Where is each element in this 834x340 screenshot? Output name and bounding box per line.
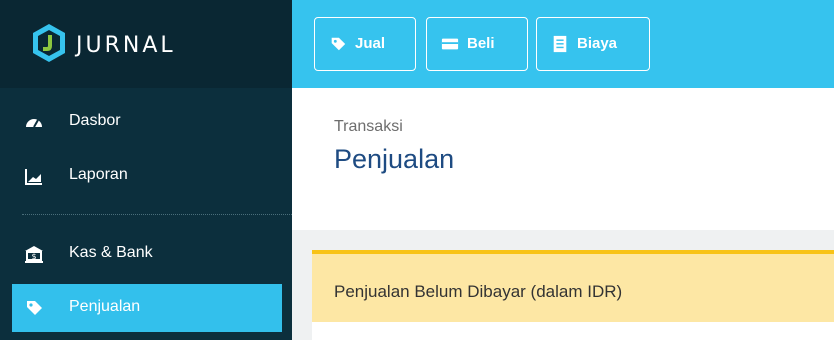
card-icon — [441, 38, 459, 50]
page-title: Penjualan — [334, 144, 455, 174]
sidebar-divider — [22, 214, 292, 215]
unpaid-sales-card: Penjualan Belum Dibayar (dalam IDR) — [312, 250, 834, 340]
report-chart-icon — [25, 169, 42, 185]
page-header: Transaksi Penjualan — [292, 88, 834, 230]
brand[interactable]: JURNAL — [0, 0, 292, 88]
sidebar-item-label: Penjualan — [69, 298, 141, 315]
beli-button[interactable]: Beli — [426, 17, 528, 71]
sidebar-item-label: Laporan — [69, 166, 128, 183]
svg-text:$: $ — [31, 252, 36, 261]
jual-button-label: Jual — [355, 35, 386, 52]
sidebar-item-kas-bank[interactable]: $ Kas & Bank — [12, 230, 282, 278]
sidebar-item-laporan[interactable]: Laporan — [12, 152, 282, 200]
dashboard-gauge-icon — [26, 119, 42, 128]
card-header: Penjualan Belum Dibayar (dalam IDR) — [312, 250, 834, 322]
tag-icon — [27, 301, 42, 315]
jual-button[interactable]: Jual — [314, 17, 416, 71]
sidebar: JURNAL Dasbor Laporan $ Kas & Bank Penju… — [0, 0, 292, 340]
receipt-icon — [553, 35, 567, 53]
sidebar-item-penjualan[interactable]: Penjualan — [12, 284, 282, 332]
tag-icon — [331, 37, 346, 51]
biaya-button-label: Biaya — [577, 35, 618, 52]
bank-icon: $ — [25, 246, 43, 263]
sidebar-item-dasbor[interactable]: Dasbor — [12, 98, 282, 146]
biaya-button[interactable]: Biaya — [536, 17, 650, 71]
jurnal-logo-icon — [33, 24, 65, 62]
beli-button-label: Beli — [467, 35, 495, 52]
sidebar-item-label: Dasbor — [69, 112, 121, 129]
sidebar-item-label: Kas & Bank — [69, 244, 153, 261]
breadcrumb: Transaksi — [334, 118, 403, 135]
brand-name: JURNAL — [76, 33, 176, 58]
top-toolbar: Jual Beli Biaya — [292, 0, 834, 88]
content-area: Penjualan Belum Dibayar (dalam IDR) — [292, 230, 834, 340]
card-title: Penjualan Belum Dibayar (dalam IDR) — [334, 282, 623, 301]
